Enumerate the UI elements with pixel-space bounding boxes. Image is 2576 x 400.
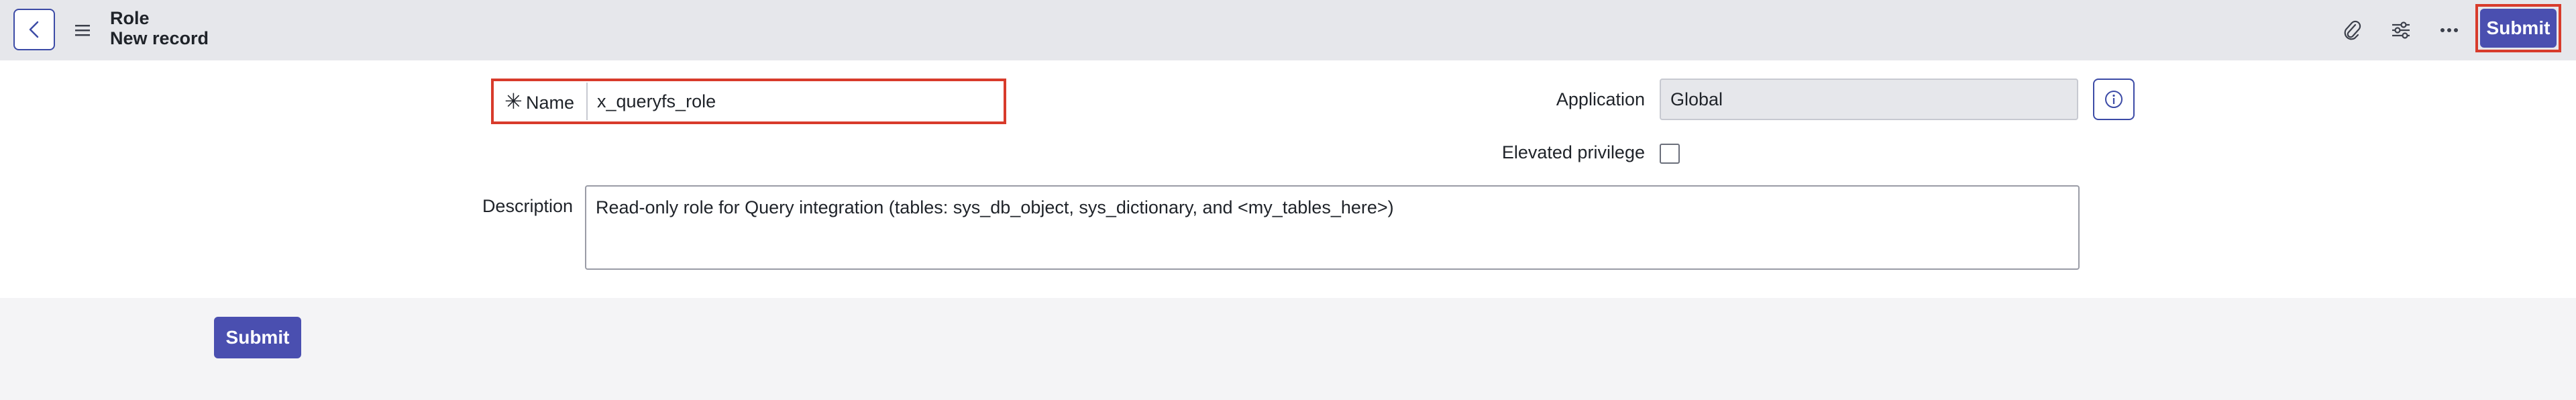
- settings-button[interactable]: [2388, 17, 2414, 43]
- chevron-left-icon: [29, 21, 39, 38]
- page-title: Role: [110, 8, 150, 28]
- more-options-button[interactable]: [2436, 17, 2462, 43]
- description-label: Description: [482, 196, 573, 216]
- record-titles: Role New record: [110, 8, 209, 48]
- back-button[interactable]: [13, 9, 55, 50]
- application-field: Global: [1660, 79, 2078, 120]
- submit-button-highlight: Submit: [2475, 4, 2561, 52]
- application-info-button[interactable]: [2093, 79, 2135, 120]
- attachment-button[interactable]: [2339, 17, 2365, 43]
- description-textarea[interactable]: Read-only role for Query integration (ta…: [585, 185, 2080, 270]
- more-icon: [2440, 28, 2458, 32]
- attachment-icon: [2344, 20, 2361, 40]
- settings-sliders-icon: [2392, 21, 2410, 39]
- elevated-privilege-checkbox[interactable]: [1660, 144, 1680, 164]
- page-subtitle: New record: [110, 28, 209, 48]
- submit-button-top[interactable]: Submit: [2480, 9, 2557, 48]
- form-header: Role New record Submit: [0, 0, 2576, 60]
- info-icon: [2105, 91, 2123, 108]
- menu-icon[interactable]: [74, 23, 91, 38]
- name-label: Name: [526, 93, 575, 113]
- name-input[interactable]: x_queryfs_role: [586, 83, 1002, 120]
- name-field-highlight: ✳ Name x_queryfs_role: [491, 79, 1006, 124]
- application-label: Application: [1556, 89, 1645, 109]
- elevated-privilege-label: Elevated privilege: [1501, 142, 1645, 162]
- submit-button-bottom[interactable]: Submit: [214, 317, 301, 358]
- required-icon: ✳: [504, 89, 523, 113]
